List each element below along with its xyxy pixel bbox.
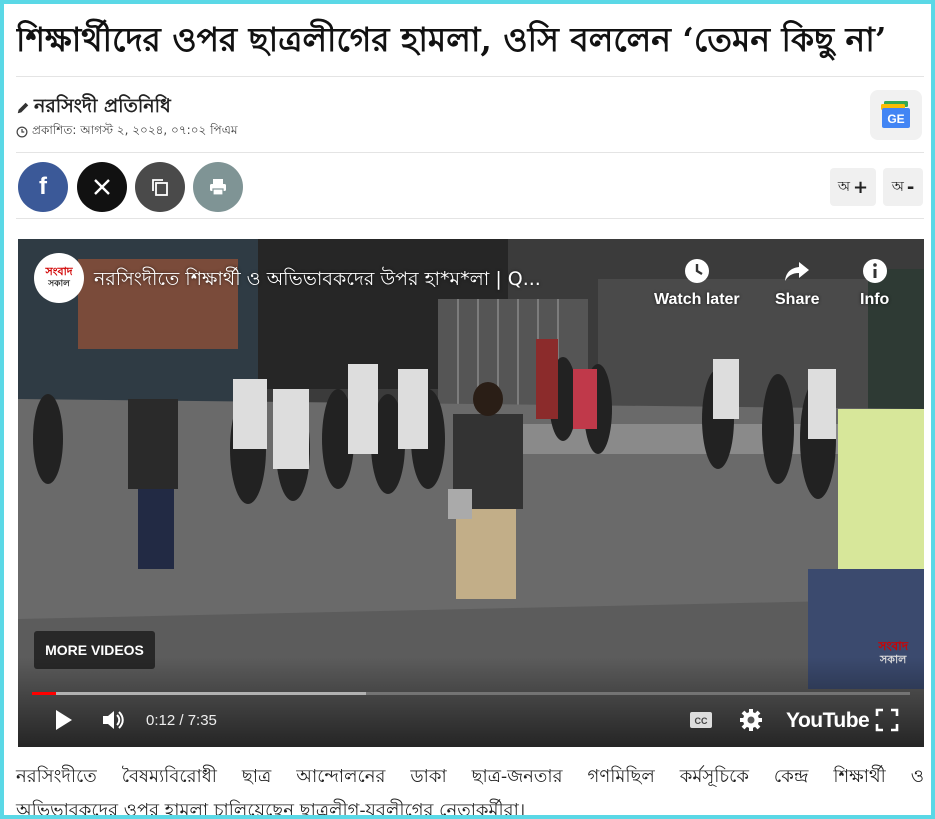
share-label: Share bbox=[775, 291, 820, 308]
pencil-icon bbox=[17, 102, 29, 114]
svg-text:CC: CC bbox=[695, 716, 708, 726]
x-icon bbox=[94, 179, 110, 195]
channel-logo-bottom: সকাল bbox=[48, 279, 70, 289]
youtube-logo[interactable]: YouTube bbox=[786, 709, 870, 733]
body-line-2: অভিভাবকদের ওপর হামলা চালিয়েছেন ছাত্রলীগ… bbox=[16, 800, 526, 819]
print-icon bbox=[210, 179, 226, 196]
font-increase-letter: অ bbox=[837, 179, 851, 195]
font-decrease-button[interactable]: অ - bbox=[883, 168, 923, 206]
video-title[interactable]: নরসিংদীতে শিক্ষার্থী ও অভিভাবকদের উপর হা… bbox=[94, 265, 541, 297]
google-news-icon: GE bbox=[881, 101, 910, 128]
copy-icon bbox=[152, 179, 168, 196]
volume-icon bbox=[103, 711, 124, 729]
font-increase-button[interactable]: অ + bbox=[830, 168, 876, 206]
watch-later-button[interactable]: Watch later bbox=[654, 257, 740, 309]
settings-button[interactable] bbox=[738, 707, 764, 733]
article-headline: শিক্ষার্থীদের ওপর ছাত্রলীগের হামলা, ওসি … bbox=[16, 20, 887, 59]
facebook-icon: f bbox=[39, 173, 47, 200]
info-icon bbox=[862, 259, 887, 283]
share-button[interactable]: Share bbox=[775, 257, 819, 309]
minus-icon: - bbox=[906, 176, 915, 198]
fullscreen-icon bbox=[875, 708, 899, 732]
print-button[interactable] bbox=[193, 162, 243, 212]
captions-icon: CC bbox=[690, 712, 712, 728]
play-icon bbox=[56, 710, 72, 730]
google-news-button[interactable]: GE bbox=[870, 90, 922, 140]
watch-later-label: Watch later bbox=[654, 291, 740, 308]
watermark-top: সংবাদ bbox=[878, 639, 908, 653]
captions-button[interactable]: CC bbox=[688, 707, 714, 733]
facebook-share-button[interactable]: f bbox=[18, 162, 68, 212]
progress-played bbox=[32, 692, 56, 695]
divider bbox=[16, 218, 924, 219]
author-name: নরসিংদী প্রতিনিধি bbox=[34, 95, 171, 117]
published-text: প্রকাশিত: আগস্ট ২, ২০২৪, ০৭:০২ পিএম bbox=[32, 123, 238, 137]
share-arrow-icon bbox=[785, 262, 810, 281]
google-news-label: GE bbox=[887, 112, 904, 126]
clock-icon bbox=[684, 259, 709, 283]
progress-buffered bbox=[32, 692, 366, 695]
author-byline[interactable]: নরসিংদী প্রতিনিধি bbox=[16, 92, 171, 124]
fullscreen-button[interactable] bbox=[874, 707, 900, 733]
body-line-1: নরসিংদীতে বৈষম্যবিরোধী ছাত্র আন্দোলনের ড… bbox=[16, 766, 924, 787]
page-frame: শিক্ষার্থীদের ওপর ছাত্রলীগের হামলা, ওসি … bbox=[0, 0, 935, 819]
clock-icon bbox=[16, 126, 28, 138]
progress-bar[interactable] bbox=[32, 692, 910, 695]
volume-button[interactable] bbox=[100, 707, 126, 733]
channel-avatar[interactable]: সংবাদ সকাল bbox=[34, 253, 84, 303]
plus-icon: + bbox=[853, 176, 869, 198]
controls-gradient bbox=[18, 657, 924, 747]
x-share-button[interactable] bbox=[77, 162, 127, 212]
divider bbox=[16, 152, 924, 153]
channel-logo-top: সংবাদ bbox=[45, 265, 73, 278]
youtube-video-player[interactable]: সংবাদ সকাল নরসিংদীতে শিক্ষার্থী ও অভিভাব… bbox=[18, 239, 924, 747]
font-decrease-letter: অ bbox=[891, 179, 904, 195]
info-label: Info bbox=[860, 291, 890, 308]
video-time: 0:12 / 7:35 bbox=[146, 712, 217, 729]
info-button[interactable]: Info bbox=[860, 257, 889, 309]
copy-link-button[interactable] bbox=[135, 162, 185, 212]
published-date: প্রকাশিত: আগস্ট ২, ২০২৪, ০৭:০২ পিএম bbox=[16, 122, 238, 142]
divider bbox=[16, 76, 924, 77]
play-button[interactable] bbox=[50, 707, 76, 733]
article-body: নরসিংদীতে বৈষম্যবিরোধী ছাত্র আন্দোলনের ড… bbox=[16, 760, 924, 819]
gear-icon bbox=[740, 709, 762, 731]
